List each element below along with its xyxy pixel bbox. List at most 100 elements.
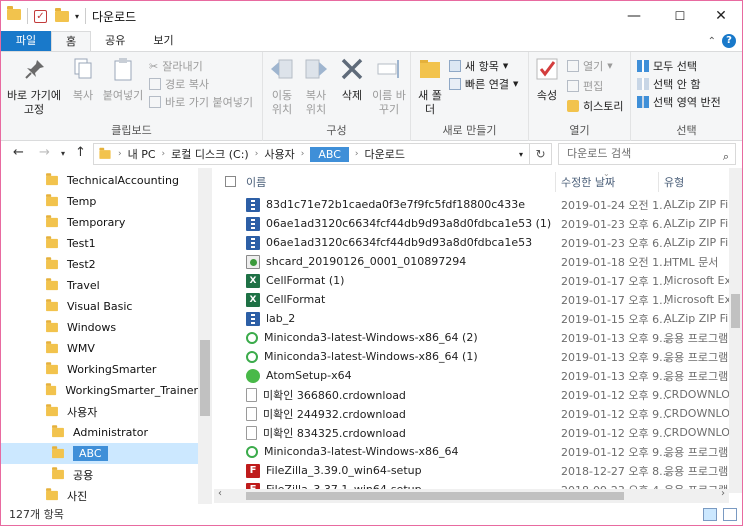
breadcrumb-this-pc[interactable]: 내 PC [128, 146, 156, 162]
refresh-icon[interactable]: ↻ [530, 143, 552, 165]
column-divider[interactable] [658, 172, 659, 192]
clipboard-group: 바로 가기에 고정 복사 붙여넣기 ✂ 잘라내기 경로 복사 바로 가기 붙여넣… [1, 52, 263, 141]
properties-button[interactable]: 속성 [533, 56, 561, 103]
table-row[interactable]: Miniconda3-latest-Windows-x86_64 2019-01-… [214, 442, 728, 461]
history-button[interactable]: 히스토리 [567, 98, 623, 114]
minimize-button[interactable]: — [611, 1, 657, 31]
details-view-icon[interactable] [703, 508, 717, 521]
table-row[interactable]: AtomSetup-x64 2019-01-13 오후 9... 응용 프로그램 [214, 366, 728, 385]
table-row[interactable]: 83d1c71e72b1caeda0f3e7f9fc5fdf18800c433e… [214, 195, 738, 214]
pin-quick-access-button[interactable]: 바로 가기에 고정 [5, 56, 65, 117]
copy-button[interactable]: 복사 [67, 56, 99, 103]
breadcrumb-users[interactable]: 사용자 [264, 146, 294, 162]
help-icon[interactable]: ? [722, 34, 736, 48]
large-icons-view-icon[interactable] [723, 508, 737, 521]
table-row[interactable]: lab_2 2019-01-15 오후 6... ALZip ZIP File [214, 309, 738, 328]
tab-home[interactable]: 홈 [51, 31, 92, 51]
scissors-icon: ✂ [149, 59, 159, 73]
address-bar[interactable]: › 내 PC › 로컬 디스크 (C:) › 사용자 › ABC › 다운로드 … [93, 143, 530, 165]
table-row[interactable]: shcard_20190126_0001_010897294 2019-01-18… [214, 252, 724, 271]
chevron-right-icon: › [118, 149, 122, 159]
back-arrow-icon[interactable]: ← [13, 145, 24, 160]
edit-button[interactable]: 편집 [567, 78, 603, 94]
search-input[interactable]: 다운로드 검색 ⌕ [558, 143, 736, 165]
breadcrumb-downloads[interactable]: 다운로드 [364, 146, 404, 162]
paste-button[interactable]: 붙여넣기 [101, 56, 145, 103]
new-folder-button[interactable]: 새 폴더 [417, 56, 443, 117]
invert-selection-button[interactable]: 선택 영역 반전 [637, 94, 721, 110]
breadcrumb-abc[interactable]: ABC [310, 146, 349, 162]
table-row[interactable]: 미확인 244932.crdownload 2019-01-12 오후 9... C… [214, 404, 742, 423]
tab-view[interactable]: 보기 [139, 31, 187, 51]
easy-access-button[interactable]: 빠른 연결 ▼ [449, 76, 518, 92]
table-row[interactable]: X CellFormat (1) 2019-01-17 오후 1... Microso… [214, 271, 742, 290]
new-folder-quick-icon[interactable] [55, 7, 69, 22]
new-item-button[interactable]: 새 항목 ▼ [449, 58, 508, 74]
nav-pane-scroll-thumb[interactable] [200, 340, 210, 416]
explorer-app-icon[interactable] [7, 6, 21, 23]
table-row[interactable]: F FileZilla_3.39.0_win64-setup 2018-12-27 … [214, 461, 728, 480]
maximize-button[interactable]: ☐ [657, 1, 703, 31]
copy-path-button[interactable]: 경로 복사 [149, 76, 209, 92]
tab-file[interactable]: 파일 [1, 31, 51, 51]
table-row[interactable]: 06ae1ad3120c6634fcf44db9d93a8d0fdbca1e53… [214, 233, 738, 252]
open-button[interactable]: 열기 ▼ [567, 58, 613, 74]
nav-item-pictures[interactable]: 사진 [1, 485, 198, 504]
forward-arrow-icon[interactable]: → [39, 145, 50, 160]
table-row[interactable]: 미확인 834325.crdownload 2019-01-12 오후 9... C… [214, 423, 742, 442]
table-row[interactable]: X CellFormat 2019-01-17 오후 1... Microsoft E… [214, 290, 742, 309]
address-row: ← → ▾ ↑ › 내 PC › 로컬 디스크 (C:) › 사용자 › ABC… [1, 141, 742, 167]
nav-pane-scrollbar[interactable] [198, 168, 212, 504]
nav-item-administrator[interactable]: Administrator [1, 422, 198, 443]
table-row[interactable]: 미확인 366860.crdownload 2019-01-12 오후 9... C… [214, 385, 742, 404]
nav-item-temporary[interactable]: Temporary [1, 212, 198, 233]
select-all-checkbox[interactable] [225, 168, 236, 195]
select-none-button[interactable]: 선택 안 함 [637, 76, 700, 92]
column-header-type[interactable]: 유형 [664, 168, 684, 195]
nav-item-public[interactable]: 공용 [1, 464, 198, 485]
close-button[interactable]: ✕ [698, 1, 742, 31]
properties-quick-icon[interactable]: ✓ [34, 9, 47, 23]
nav-item-technicalaccounting[interactable]: TechnicalAccounting [1, 170, 198, 191]
copy-to-button[interactable]: 복사 위치 [299, 56, 333, 117]
rename-button[interactable]: 이름 바꾸기 [371, 56, 407, 117]
search-icon[interactable]: ⌕ [723, 147, 729, 167]
nav-item-travel[interactable]: Travel [1, 275, 198, 296]
nav-item-wmv[interactable]: WMV [1, 338, 198, 359]
column-header-date[interactable]: 수정한 날짜 ⌄ [561, 168, 615, 195]
scroll-left-icon[interactable]: ‹ [218, 488, 222, 499]
table-row[interactable]: Miniconda3-latest-Windows-x86_64 (2) 2019… [214, 328, 728, 347]
cut-button[interactable]: ✂ 잘라내기 [149, 58, 203, 74]
paste-shortcut-button[interactable]: 바로 가기 붙여넣기 [149, 94, 253, 110]
nav-item-abc[interactable]: ABC [1, 443, 198, 464]
file-list-scroll-thumb[interactable] [731, 294, 740, 328]
recent-dropdown-icon[interactable]: ▾ [61, 149, 65, 158]
address-dropdown-icon[interactable]: ▾ [519, 150, 523, 159]
quick-access-dropdown-icon[interactable]: ▾ [75, 12, 79, 21]
file-list-scrollbar[interactable] [729, 168, 742, 493]
nav-item-workingsmarter-trainer[interactable]: WorkingSmarter_Trainer [1, 380, 198, 401]
nav-item-temp[interactable]: Temp [1, 191, 198, 212]
up-arrow-icon[interactable]: ↑ [75, 145, 86, 160]
nav-item-visual-basic[interactable]: Visual Basic [1, 296, 198, 317]
file-list-horizontal-scrollbar[interactable]: ‹ › [214, 488, 729, 503]
file-type: ALZip ZIP File [664, 236, 739, 249]
chevron-up-icon[interactable]: ⌃ [708, 36, 716, 47]
scroll-right-icon[interactable]: › [721, 488, 725, 499]
horizontal-scroll-thumb[interactable] [246, 492, 624, 500]
nav-item-windows[interactable]: Windows [1, 317, 198, 338]
tab-share[interactable]: 공유 [91, 31, 139, 51]
column-divider[interactable] [555, 172, 556, 192]
delete-button[interactable]: 삭제 [335, 56, 369, 103]
move-to-button[interactable]: 이동 위치 [265, 56, 299, 117]
nav-item-test2[interactable]: Test2 [1, 254, 198, 275]
nav-item-test1[interactable]: Test1 [1, 233, 198, 254]
column-header-name[interactable]: 이름 [246, 168, 266, 195]
breadcrumb-local-disk[interactable]: 로컬 디스크 (C:) [171, 146, 249, 162]
nav-item-workingsmarter[interactable]: WorkingSmarter [1, 359, 198, 380]
select-all-button[interactable]: 모두 선택 [637, 58, 697, 74]
file-name: 미확인 366860.crdownload [263, 388, 406, 402]
table-row[interactable]: 06ae1ad3120c6634fcf44db9d93a8d0fdbca1e53… [214, 214, 738, 233]
nav-item-users[interactable]: 사용자 [1, 401, 198, 422]
table-row[interactable]: Miniconda3-latest-Windows-x86_64 (1) 2019… [214, 347, 728, 366]
